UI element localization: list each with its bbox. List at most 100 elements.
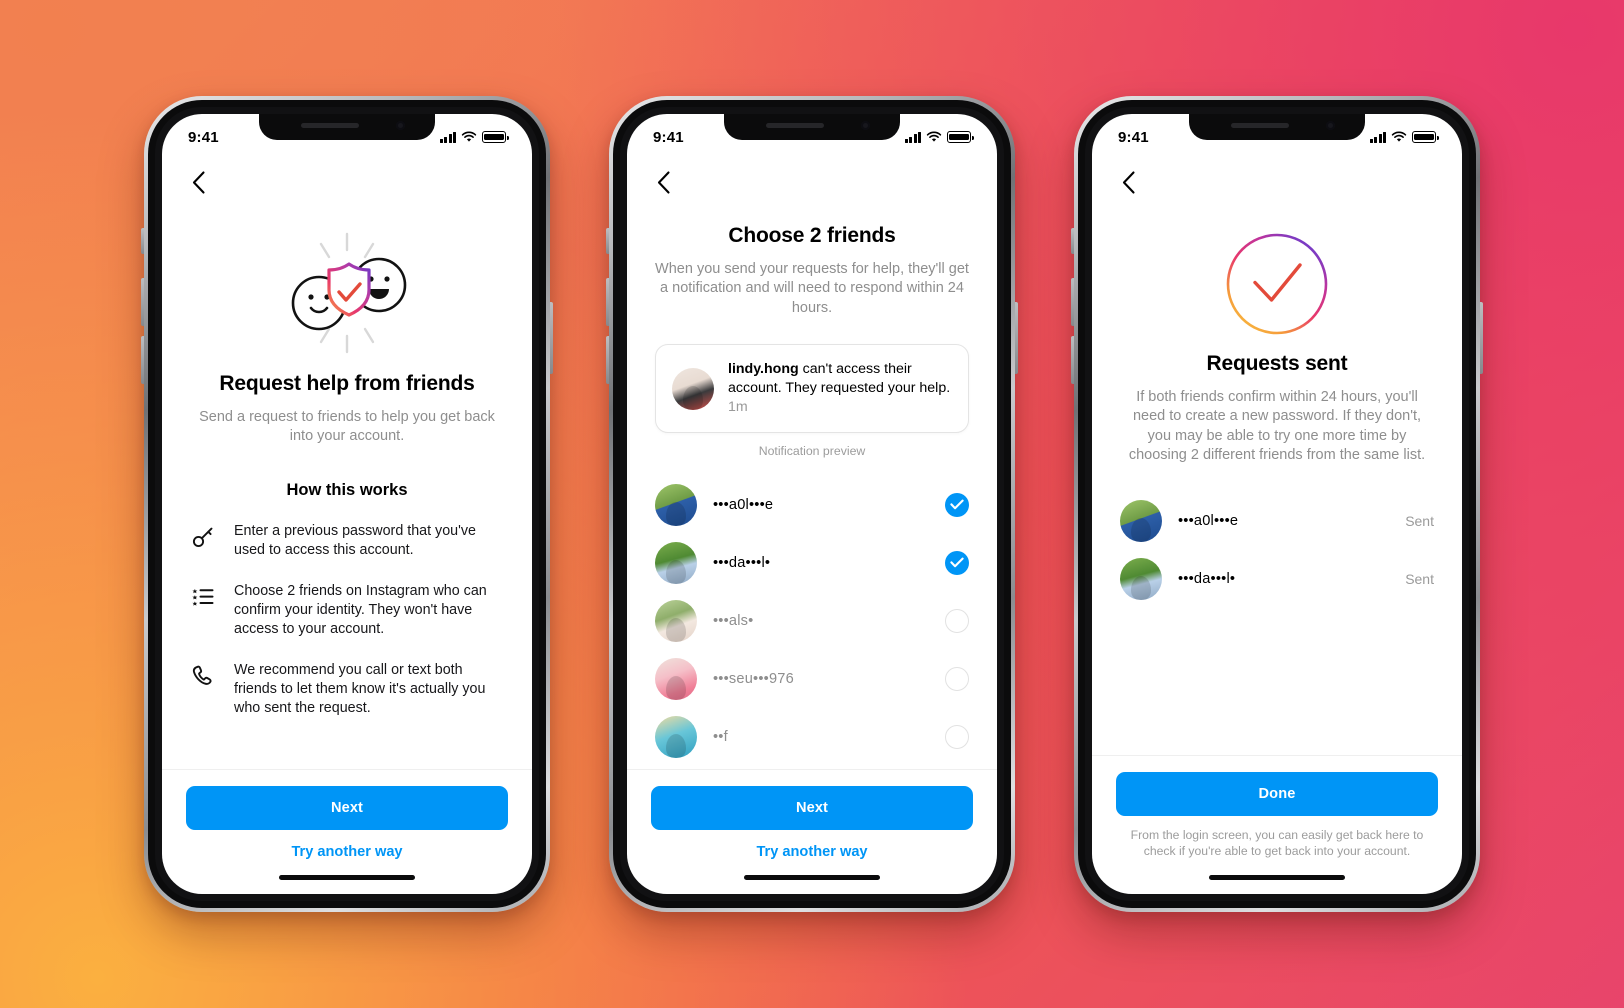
volume-up-button[interactable] [1071, 278, 1074, 326]
phone-call-icon [190, 661, 216, 691]
volume-down-button[interactable] [141, 336, 144, 384]
how-step-item: We recommend you call or text both frien… [190, 661, 504, 718]
back-button[interactable] [647, 166, 679, 198]
key-icon [190, 522, 216, 552]
friend-avatar-3 [655, 599, 697, 642]
footer-actions: Next Try another way [627, 769, 997, 860]
phone-choose-friends: 9:41 Choose 2 friends When you send your… [606, 96, 1018, 912]
footer-fineprint: From the login screen, you can easily ge… [1130, 828, 1424, 859]
navigation-bar [162, 158, 532, 206]
notification-preview-card: lindy.hong can't access their account. T… [655, 344, 969, 433]
back-button[interactable] [1112, 166, 1144, 198]
friend-avatar-1 [655, 483, 697, 526]
status-time: 9:41 [188, 128, 219, 146]
friend-avatar-2 [1120, 557, 1162, 600]
status-indicators [904, 131, 974, 143]
list-item: •••a0l•••e Sent [1092, 492, 1462, 550]
list-item: •••da•••l• Sent [1092, 550, 1462, 608]
phone-screen: 9:41 [162, 114, 532, 894]
status-bar: 9:41 [1092, 114, 1462, 158]
cellular-bars-icon [904, 131, 921, 143]
back-button[interactable] [182, 166, 214, 198]
home-indicator[interactable] [1092, 860, 1462, 894]
try-another-way-link[interactable]: Try another way [186, 844, 508, 860]
friend-name: •••seu•••976 [713, 670, 794, 687]
how-step-item: Enter a previous password that you've us… [190, 522, 504, 560]
silent-switch[interactable] [606, 228, 609, 254]
wifi-icon [926, 131, 942, 142]
silent-switch[interactable] [1071, 228, 1074, 254]
power-button[interactable] [1015, 302, 1018, 374]
power-button[interactable] [550, 302, 553, 374]
home-indicator[interactable] [627, 860, 997, 894]
lindy-hong-avatar [672, 367, 714, 410]
volume-up-button[interactable] [141, 278, 144, 326]
how-step-text: Enter a previous password that you've us… [234, 522, 476, 558]
silent-switch[interactable] [141, 228, 144, 254]
status-bar: 9:41 [162, 114, 532, 158]
home-indicator[interactable] [162, 860, 532, 894]
phone-requests-sent: 9:41 Requests sent If both friends confi… [1071, 96, 1483, 912]
status-indicators [439, 131, 509, 143]
phone-request-help: 9:41 Request help from friends Send a re… [141, 96, 553, 912]
cellular-bars-icon [1369, 131, 1386, 143]
battery-full-icon [1412, 131, 1439, 143]
next-button[interactable]: Next [651, 786, 973, 830]
how-this-works-list: Enter a previous password that you've us… [162, 522, 532, 718]
checkbox-checked-icon[interactable] [945, 550, 969, 575]
friend-avatar-5 [655, 715, 697, 758]
checklist-icon [190, 582, 216, 612]
try-another-way-link[interactable]: Try another way [651, 844, 973, 860]
volume-down-button[interactable] [1071, 336, 1074, 384]
friend-select-list: •••a0l•••e •••da•••l• •••als• •••seu•••9… [627, 476, 997, 766]
gradient-circle-check-icon [1226, 233, 1328, 335]
status-badge: Sent [1405, 512, 1434, 529]
friend-name: •••a0l•••e [1178, 512, 1239, 529]
volume-down-button[interactable] [606, 336, 609, 384]
screen-content: Choose 2 friends When you send your requ… [627, 206, 997, 769]
chevron-left-icon [1122, 170, 1135, 194]
friend-name: •••da•••l• [713, 554, 771, 571]
page-title: Request help from friends [219, 372, 475, 395]
section-title: How this works [286, 480, 408, 499]
battery-full-icon [947, 131, 974, 143]
footer-actions: Done From the login screen, you can easi… [1092, 755, 1462, 860]
friend-avatar-1 [1120, 499, 1162, 542]
phone-screen: 9:41 [627, 114, 997, 894]
friend-name: •••da•••l• [1178, 570, 1236, 587]
chevron-left-icon [192, 170, 205, 194]
list-item[interactable]: ••f [627, 708, 997, 766]
hero-illustration-area [162, 228, 532, 358]
done-button[interactable]: Done [1116, 772, 1438, 817]
notification-timestamp: 1m [728, 399, 748, 416]
friend-avatar-2 [655, 541, 697, 584]
wifi-icon [1391, 131, 1407, 142]
status-indicators [1369, 131, 1439, 143]
checkbox-checked-icon[interactable] [945, 492, 969, 517]
checkbox-unchecked-icon[interactable] [945, 724, 969, 749]
page-title: Choose 2 friends [728, 224, 896, 247]
friend-name: ••f [713, 728, 728, 745]
notification-username: lindy.hong [728, 361, 799, 378]
list-item[interactable]: •••a0l•••e [627, 476, 997, 534]
hero-illustration-area [1092, 232, 1462, 336]
navigation-bar [627, 158, 997, 206]
power-button[interactable] [1480, 302, 1483, 374]
next-button[interactable]: Next [186, 786, 508, 830]
how-step-text: We recommend you call or text both frien… [234, 661, 486, 716]
volume-up-button[interactable] [606, 278, 609, 326]
notification-text: lindy.hong can't access their account. T… [728, 360, 952, 417]
chevron-left-icon [657, 170, 670, 194]
checkbox-unchecked-icon[interactable] [945, 666, 969, 691]
phone-screen: 9:41 [1092, 114, 1462, 894]
friend-name: •••als• [713, 612, 754, 629]
list-item[interactable]: •••seu•••976 [627, 650, 997, 708]
status-badge: Sent [1405, 570, 1434, 587]
page-subtitle: Send a request to friends to help you ge… [199, 409, 495, 445]
how-step-item: Choose 2 friends on Instagram who can co… [190, 582, 504, 639]
navigation-bar [1092, 158, 1462, 206]
list-item[interactable]: •••da•••l• [627, 534, 997, 592]
screen-content: Requests sent If both friends confirm wi… [1092, 206, 1462, 755]
list-item[interactable]: •••als• [627, 592, 997, 650]
checkbox-unchecked-icon[interactable] [945, 608, 969, 633]
